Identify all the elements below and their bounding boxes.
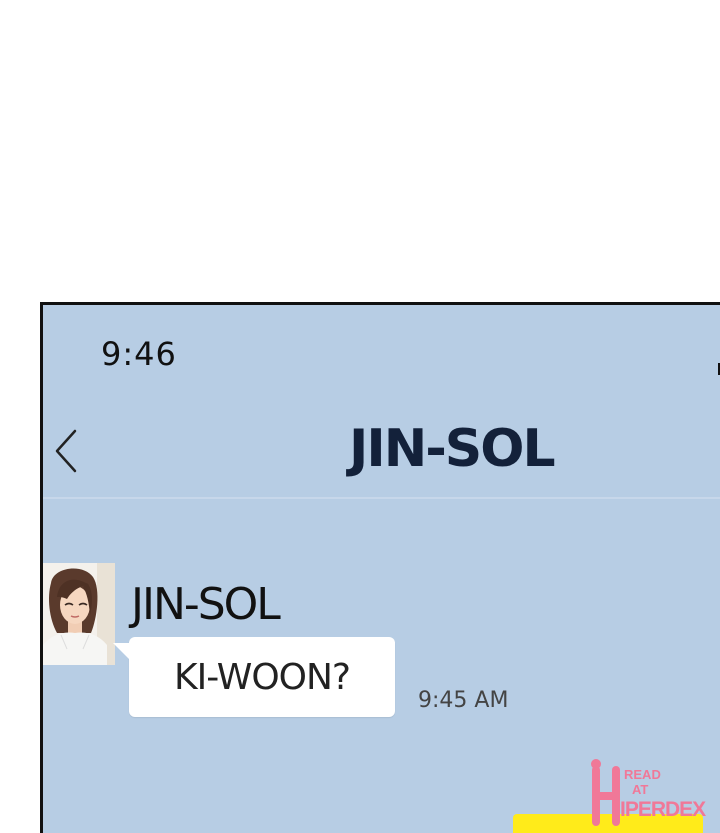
message-timestamp: 9:45 AM — [418, 688, 509, 713]
watermark-read: READ — [624, 767, 661, 782]
watermark-at: AT — [632, 782, 649, 797]
sender-name: JIN-SOL — [131, 579, 281, 630]
comic-panel: 9:46 JIN-SOL JIN-SOL KI-WOON? 9:45 AM RE… — [0, 0, 720, 833]
watermark-logo: READ AT IPERDEX — [586, 754, 720, 833]
watermark-brand: IPERDEX — [620, 798, 706, 821]
incoming-message-bubble[interactable]: KI-WOON? — [113, 637, 395, 717]
avatar[interactable] — [43, 563, 115, 665]
watermark-h-icon — [591, 759, 620, 826]
chevron-left-icon[interactable] — [53, 429, 79, 473]
chat-title: JIN-SOL — [349, 419, 556, 479]
message-text: KI-WOON? — [173, 657, 351, 698]
header-divider — [43, 497, 720, 499]
status-time: 9:46 — [101, 335, 177, 373]
